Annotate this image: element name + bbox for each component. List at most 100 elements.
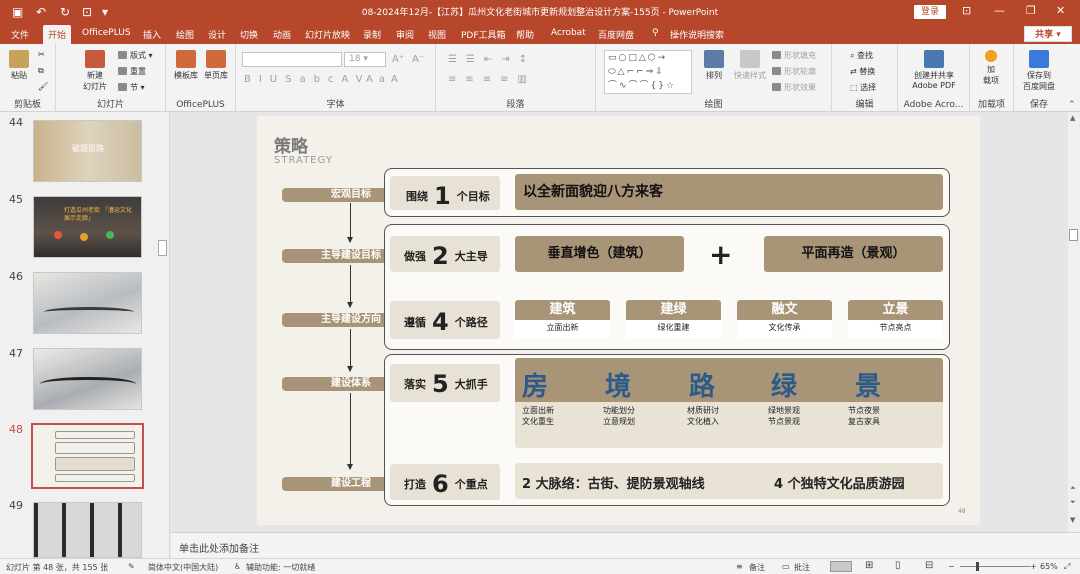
align-icons[interactable]: ≡≡≡≡▥ bbox=[448, 74, 536, 85]
shrink-font-icon[interactable]: A⁻ bbox=[412, 54, 424, 65]
tab-review[interactable]: 审阅 bbox=[396, 28, 414, 41]
reset-icon bbox=[118, 67, 127, 75]
save-to-baidu-button[interactable]: 保存到 百度网盘 bbox=[1016, 50, 1062, 92]
language-indicator[interactable]: 简体中文(中国大陆) bbox=[148, 562, 218, 573]
tab-slideshow[interactable]: 幻灯片放映 bbox=[305, 28, 350, 41]
thumb-dot bbox=[80, 233, 88, 241]
thumbnail-scrollbar[interactable] bbox=[158, 112, 168, 560]
single-page-button[interactable]: 单页库 bbox=[202, 50, 230, 81]
minimize-icon[interactable]: — bbox=[994, 4, 1005, 17]
zoom-level[interactable]: 65% bbox=[1040, 562, 1058, 571]
tab-pdf-tools[interactable]: PDF工具箱 bbox=[461, 28, 506, 41]
font-size-input[interactable]: 18 ▾ bbox=[344, 52, 386, 67]
layout-button[interactable]: 版式 ▾ bbox=[118, 50, 153, 61]
fit-slide-icon[interactable]: ⤢ bbox=[1064, 562, 1070, 572]
login-button[interactable]: 登录 bbox=[914, 5, 946, 19]
tab-acrobat[interactable]: Acrobat bbox=[551, 28, 586, 38]
slide-thumbnail-46[interactable] bbox=[33, 272, 142, 334]
cut-icon[interactable]: ✂ bbox=[38, 50, 45, 59]
ribbon-display-icon[interactable]: ⊡ bbox=[962, 4, 971, 17]
path-card: 立景 节点亮点 bbox=[848, 300, 943, 338]
notes-toggle[interactable]: 备注 bbox=[749, 562, 765, 573]
accessibility-status[interactable]: 辅助功能: 一切就绪 bbox=[246, 562, 315, 573]
font-format-icons[interactable]: BIUSabcAV bbox=[244, 74, 371, 85]
slide-scrollbar[interactable]: ▲ ⏶ ⏷ ▼ bbox=[1068, 112, 1080, 532]
count-text: 打造 6 个重点 bbox=[404, 470, 488, 498]
tab-officeplus[interactable]: OfficePLUS bbox=[82, 28, 131, 38]
zoom-in-icon[interactable]: + bbox=[1030, 562, 1037, 571]
list-icons[interactable]: ☰☰⇤⇥↕ bbox=[448, 54, 536, 65]
font-color-icons[interactable]: AaA bbox=[366, 74, 404, 85]
quick-styles-label: 快速样式 bbox=[734, 71, 766, 80]
adobe-pdf-icon bbox=[924, 50, 944, 68]
template-library-button[interactable]: 模板库 bbox=[172, 50, 200, 81]
normal-view-icon[interactable] bbox=[830, 561, 852, 572]
zoom-slider[interactable] bbox=[960, 566, 1030, 567]
slide-sorter-icon[interactable]: ⊞ bbox=[865, 560, 873, 571]
tab-file[interactable]: 文件 bbox=[11, 28, 29, 41]
shape-effects-button[interactable]: 形状效果 bbox=[772, 82, 816, 93]
copy-icon[interactable]: ⧉ bbox=[38, 66, 44, 76]
close-icon[interactable]: ✕ bbox=[1056, 4, 1065, 17]
down-arrow bbox=[347, 203, 353, 243]
group-label: 加载项 bbox=[977, 100, 1005, 110]
slide-thumbnail-49[interactable] bbox=[33, 502, 142, 558]
font-size-value: 18 bbox=[349, 54, 361, 64]
tab-view[interactable]: 视图 bbox=[428, 28, 446, 41]
tab-baidu[interactable]: 百度网盘 bbox=[598, 28, 634, 41]
scroll-handle[interactable] bbox=[1069, 229, 1078, 241]
tab-transitions[interactable]: 切换 bbox=[240, 28, 258, 41]
count-pre: 遵循 bbox=[404, 316, 426, 329]
quick-styles-button[interactable]: 快速样式 bbox=[732, 50, 768, 81]
slide-thumbnail-47[interactable] bbox=[33, 348, 142, 410]
group-label: OfficePLUS bbox=[176, 100, 225, 110]
paste-button[interactable]: 粘贴 bbox=[6, 50, 32, 81]
slide-thumbnail-45[interactable]: 打造瓜州老街 「漕运文化展示走廊」 bbox=[33, 196, 142, 258]
addins-button[interactable]: 加 载项 bbox=[976, 50, 1006, 86]
thumbnail-scroll-handle[interactable] bbox=[158, 240, 167, 256]
tab-home[interactable]: 开始 bbox=[43, 25, 72, 44]
slideshow-icon[interactable]: ⊟ bbox=[925, 560, 933, 571]
grip-desc: 立面出新 文化重生 bbox=[522, 405, 554, 427]
format-painter-icon[interactable]: 🖌 bbox=[38, 82, 48, 91]
reading-view-icon[interactable]: ▯ bbox=[895, 560, 901, 571]
share-button[interactable]: 共享 ▾ bbox=[1024, 26, 1072, 42]
zoom-slider-handle[interactable] bbox=[976, 562, 979, 571]
shape-outline-button[interactable]: 形状轮廓 bbox=[772, 66, 816, 77]
tab-record[interactable]: 录制 bbox=[363, 28, 381, 41]
scroll-down-icon[interactable]: ▼ bbox=[1070, 516, 1075, 524]
zoom-out-icon[interactable]: − bbox=[948, 562, 955, 571]
shapes-gallery[interactable]: ▭○□△⬡→ ⬭△⌐⌐⇒⇩ ⌒∿⌒⌒{}☆ bbox=[604, 50, 692, 94]
tab-design[interactable]: 设计 bbox=[208, 28, 226, 41]
tab-help[interactable]: 帮助 bbox=[516, 28, 534, 41]
new-slide-button[interactable]: 新建 幻灯片 bbox=[78, 50, 112, 92]
tell-me-search[interactable]: 操作说明搜索 bbox=[670, 28, 724, 41]
prev-slide-icon[interactable]: ⏶ bbox=[1070, 484, 1076, 493]
select-icon: ⬚ bbox=[850, 83, 861, 92]
reset-button[interactable]: 重置 bbox=[118, 66, 146, 77]
slide-thumbnail-44[interactable]: 破题思路 bbox=[33, 120, 142, 182]
font-name-input[interactable] bbox=[242, 52, 342, 67]
tab-draw[interactable]: 绘图 bbox=[176, 28, 194, 41]
group-paragraph: ☰☰⇤⇥↕ ≡≡≡≡▥ 段落 bbox=[436, 44, 596, 112]
thumb-row bbox=[55, 442, 135, 454]
scroll-up-icon[interactable]: ▲ bbox=[1070, 114, 1075, 122]
maximize-icon[interactable]: ❐ bbox=[1026, 4, 1036, 17]
shape-fill-button[interactable]: 形状填充 bbox=[772, 50, 816, 61]
collapse-ribbon-icon[interactable]: ⌃ bbox=[1068, 100, 1076, 110]
grow-font-icon[interactable]: A⁺ bbox=[392, 54, 404, 65]
comments-toggle[interactable]: 批注 bbox=[794, 562, 810, 573]
create-pdf-button[interactable]: 创建并共享 Adobe PDF bbox=[902, 50, 966, 90]
notes-pane[interactable]: 单击此处添加备注 bbox=[171, 532, 1080, 558]
comments-icon: ▭ bbox=[782, 562, 790, 571]
replace-button[interactable]: ⇄ 替换 bbox=[850, 66, 875, 77]
select-button[interactable]: ⬚ 选择 bbox=[850, 82, 876, 93]
tab-animations[interactable]: 动画 bbox=[273, 28, 291, 41]
tab-insert[interactable]: 插入 bbox=[143, 28, 161, 41]
find-button[interactable]: ⌕ 查找 bbox=[850, 50, 873, 61]
section-button[interactable]: 节 ▾ bbox=[118, 82, 145, 93]
slide-thumbnail-48[interactable] bbox=[31, 423, 144, 489]
spellcheck-icon[interactable]: ✎ bbox=[128, 562, 135, 571]
arrange-button[interactable]: 排列 bbox=[700, 50, 728, 81]
next-slide-icon[interactable]: ⏷ bbox=[1070, 498, 1076, 507]
